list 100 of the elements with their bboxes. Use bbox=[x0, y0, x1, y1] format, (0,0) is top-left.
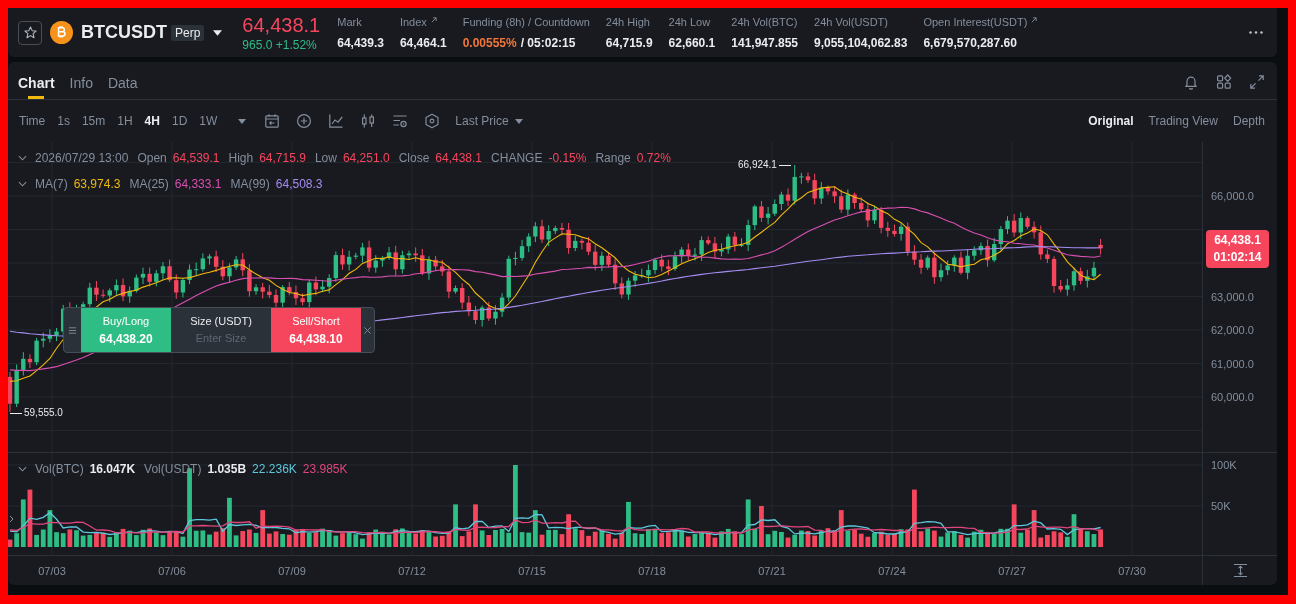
chart-tab[interactable]: Data bbox=[107, 62, 138, 99]
date-label: 07/06 bbox=[158, 565, 186, 577]
interval-tab[interactable]: 1D bbox=[171, 114, 188, 128]
candle-countdown: 01:02:14 bbox=[1213, 251, 1262, 264]
calendar-icon[interactable] bbox=[264, 113, 281, 129]
chevron-down-icon[interactable] bbox=[18, 155, 27, 161]
candle-time: 2026/07/29 13:00 bbox=[35, 151, 129, 165]
candlestick-icon[interactable] bbox=[360, 113, 377, 129]
stat-label: 24h Vol(USDT) bbox=[814, 15, 888, 29]
ohlc-value: 64,251.0 bbox=[342, 151, 390, 165]
funding-countdown: / 05:02:15 bbox=[520, 35, 576, 50]
tag-price: 64,438.1 bbox=[1214, 234, 1261, 247]
ma-value: 64,333.1 bbox=[174, 177, 222, 191]
symbol-name: BTCUSDT bbox=[81, 22, 167, 43]
ohlc-label: High bbox=[228, 151, 254, 165]
interval-tab[interactable]: 1s bbox=[57, 114, 70, 128]
interval-tab[interactable]: 15m bbox=[81, 114, 106, 128]
date-label: 07/15 bbox=[518, 565, 546, 577]
date-label: 07/27 bbox=[998, 565, 1026, 577]
line-chart-icon[interactable] bbox=[328, 113, 345, 129]
interval-tab[interactable]: 1H bbox=[117, 114, 133, 128]
date-label: 07/18 bbox=[638, 565, 666, 577]
stat-value: 62,660.1 bbox=[668, 35, 716, 50]
star-icon bbox=[23, 26, 37, 39]
ohlc-label: Low bbox=[314, 151, 337, 165]
volume-value: 16.047K bbox=[89, 462, 136, 476]
external-link-icon[interactable] bbox=[1031, 16, 1038, 23]
stat-label: 24h Vol(BTC) bbox=[731, 15, 798, 29]
ohlc-value: -0.15% bbox=[548, 151, 587, 165]
interval-tab[interactable]: 1W bbox=[199, 114, 218, 128]
stat-label: Open Interest(USDT) bbox=[923, 15, 1028, 29]
high-price-marker: 66,924.1 bbox=[738, 159, 777, 171]
stat-value: 64,715.9 bbox=[605, 35, 653, 50]
stat-label: Funding (8h) / Countdown bbox=[462, 15, 590, 29]
indicator-settings-icon[interactable] bbox=[392, 113, 409, 129]
close-icon[interactable] bbox=[363, 325, 372, 335]
stat-value: 64,464.1 bbox=[399, 35, 447, 50]
price-source-dropdown[interactable]: Last Price bbox=[455, 114, 523, 128]
stat-value: 0.00555% bbox=[462, 35, 517, 50]
ohlc-label: Close bbox=[398, 151, 430, 165]
contract-badge: Perp bbox=[171, 24, 205, 41]
volume-axis-label: 100K bbox=[1211, 459, 1237, 471]
stat-value: 9,055,104,062.83 bbox=[814, 35, 908, 50]
stat-label: Mark bbox=[337, 15, 362, 29]
volume-value: 1.035B bbox=[207, 462, 247, 476]
fit-scale-icon[interactable] bbox=[1232, 563, 1248, 578]
layout-icon[interactable] bbox=[1216, 73, 1232, 90]
ohlc-value: 64,715.9 bbox=[259, 151, 306, 165]
ohlc-label: Open bbox=[137, 151, 167, 165]
stat-value: 141,947.855 bbox=[731, 35, 798, 50]
ma-label: MA(25) bbox=[129, 177, 169, 191]
chart-tab[interactable]: Info bbox=[69, 62, 93, 99]
coin-logo-icon bbox=[50, 21, 73, 44]
ohlc-label: Range bbox=[595, 151, 631, 165]
ma-label: MA(99) bbox=[230, 177, 270, 191]
ma-value: 63,974.3 bbox=[73, 177, 121, 191]
stat-value: 64,439.3 bbox=[337, 35, 384, 50]
chevron-down-icon[interactable] bbox=[18, 181, 27, 187]
drag-handle-icon[interactable] bbox=[68, 325, 77, 335]
date-label: 07/09 bbox=[278, 565, 306, 577]
more-icon[interactable] bbox=[1249, 31, 1263, 34]
favorite-button[interactable] bbox=[18, 20, 42, 45]
stat-value: 6,679,570,287.60 bbox=[923, 35, 1017, 50]
stat-label: 24h High bbox=[605, 15, 650, 29]
ohlc-value: 64,539.1 bbox=[172, 151, 220, 165]
add-circle-icon[interactable] bbox=[296, 113, 313, 129]
price-change: 965.0 +1.52% bbox=[242, 37, 318, 52]
volume-average-value: 23.985K bbox=[302, 462, 348, 476]
ma-value: 64,508.3 bbox=[275, 177, 323, 191]
date-label: 07/03 bbox=[38, 565, 66, 577]
ohlc-label: CHANGE bbox=[491, 151, 543, 165]
volume-label: Vol(BTC) bbox=[35, 462, 84, 476]
view-tab[interactable]: Original bbox=[1088, 114, 1134, 128]
stat-label: Index bbox=[399, 15, 427, 29]
ohlc-value: 64,438.1 bbox=[435, 151, 483, 165]
leader-line bbox=[778, 164, 791, 166]
caret-icon bbox=[514, 118, 523, 124]
view-tab[interactable]: Depth bbox=[1232, 114, 1265, 128]
caret-icon[interactable] bbox=[213, 29, 223, 36]
price-axis-label: 62,000.0 bbox=[1211, 324, 1254, 336]
sell-short-button[interactable]: Sell/Short 64,438.10 bbox=[271, 308, 361, 352]
interval-tab[interactable]: Time bbox=[19, 114, 46, 128]
date-label: 07/21 bbox=[758, 565, 786, 577]
leader-line bbox=[10, 412, 22, 414]
hexagon-icon[interactable] bbox=[424, 113, 441, 129]
volume-label: Vol(USDT) bbox=[144, 462, 202, 476]
date-label: 07/30 bbox=[1118, 565, 1146, 577]
price-axis-label: 63,000.0 bbox=[1211, 290, 1254, 303]
chevron-right-icon[interactable] bbox=[9, 515, 14, 523]
volume-average-value: 22.236K bbox=[252, 462, 297, 476]
last-price: 64,438.1 bbox=[242, 13, 321, 36]
interval-tab[interactable]: 4H bbox=[144, 114, 160, 128]
external-link-icon[interactable] bbox=[430, 16, 437, 23]
size-label: Size (USDT) bbox=[190, 314, 252, 328]
view-tab[interactable]: Trading View bbox=[1148, 114, 1218, 128]
stat-label: 24h Low bbox=[668, 15, 711, 29]
date-label: 07/24 bbox=[878, 565, 906, 577]
chevron-down-icon[interactable] bbox=[18, 466, 27, 472]
price-axis-label: 60,000.0 bbox=[1211, 391, 1254, 403]
expand-icon[interactable] bbox=[1249, 73, 1265, 90]
